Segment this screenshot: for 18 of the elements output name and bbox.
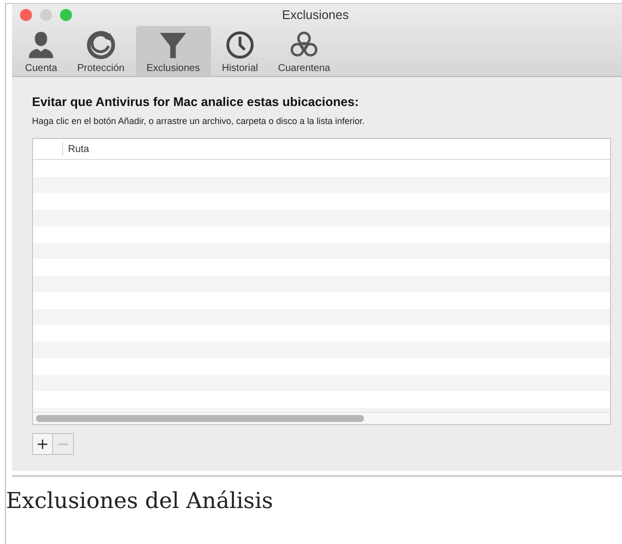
exclusions-table[interactable]: Ruta: [32, 138, 611, 425]
toolbar-tab[interactable]: Cuarentena: [268, 26, 340, 76]
window-title: Exclusiones: [282, 8, 349, 22]
zoom-button[interactable]: [60, 9, 72, 21]
close-button[interactable]: [20, 9, 32, 21]
add-button[interactable]: +: [32, 433, 53, 455]
toolbar-tab[interactable]: Cuenta: [16, 26, 66, 76]
clock-icon: [224, 30, 255, 60]
instructions-text: Haga clic en el botón Añadir, o arrastre un archivo, carpeta o disco a la lista inferior.: [32, 116, 366, 126]
section-heading: Evitar que Antivirus for Mac analice estas ubicaciones:: [32, 95, 360, 109]
scrollbar-thumb[interactable]: [36, 415, 364, 422]
minimize-button[interactable]: [40, 9, 52, 21]
toolbar-tab[interactable]: Historial: [212, 26, 267, 76]
column-header[interactable]: Ruta: [63, 144, 90, 154]
toolbar-tab[interactable]: Exclusiones: [136, 26, 211, 76]
funnel-icon: [158, 30, 188, 60]
caption-text: Exclusiones del Análisis: [6, 489, 274, 514]
toolbar-tab[interactable]: Protección: [68, 26, 134, 76]
